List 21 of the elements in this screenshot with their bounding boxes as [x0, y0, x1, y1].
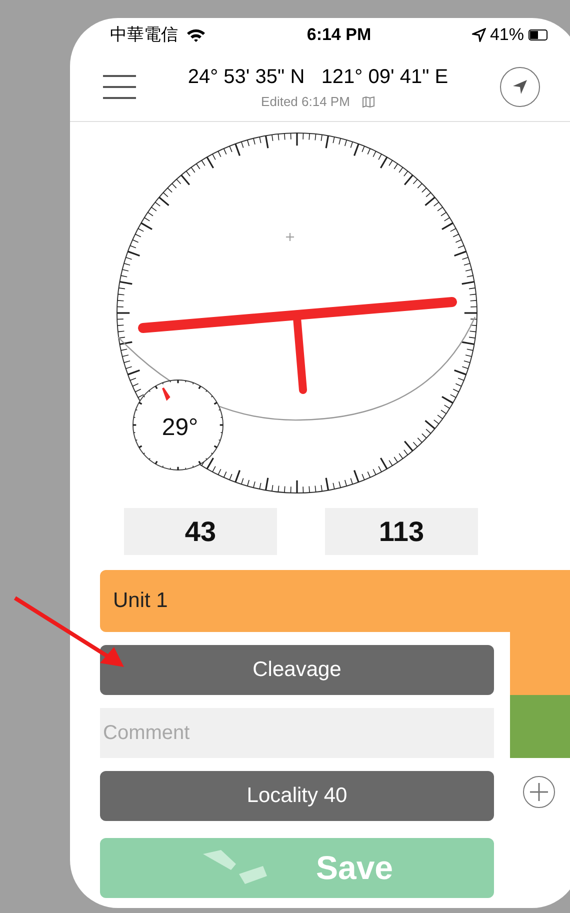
location-arrow-icon — [472, 28, 486, 42]
wifi-icon — [186, 28, 206, 42]
battery-percentage: 41% — [490, 24, 524, 46]
feature-type-button[interactable]: Cleavage — [100, 645, 494, 695]
reading-value: 113 — [325, 508, 478, 555]
locality-button[interactable]: Locality 40 — [100, 771, 494, 821]
comment-field[interactable]: Comment — [100, 708, 494, 758]
navigation-button[interactable] — [500, 66, 540, 106]
carrier-name: 中華電信 — [110, 24, 178, 46]
add-button[interactable] — [523, 776, 555, 808]
map-icon — [362, 96, 375, 108]
unit-color-block — [510, 695, 570, 758]
reading-value: 43 — [124, 508, 277, 555]
coordinates: 24° 53' 35" N 121° 09' 41" E — [188, 64, 448, 90]
unit-bar[interactable]: Unit 1 — [100, 570, 570, 632]
battery-icon — [528, 29, 550, 41]
edited-time: Edited 6:14 PM — [261, 92, 350, 111]
plus-icon — [529, 782, 549, 802]
status-time: 6:14 PM — [306, 24, 372, 46]
menu-button[interactable] — [103, 74, 136, 98]
unit-color-block — [510, 632, 570, 695]
